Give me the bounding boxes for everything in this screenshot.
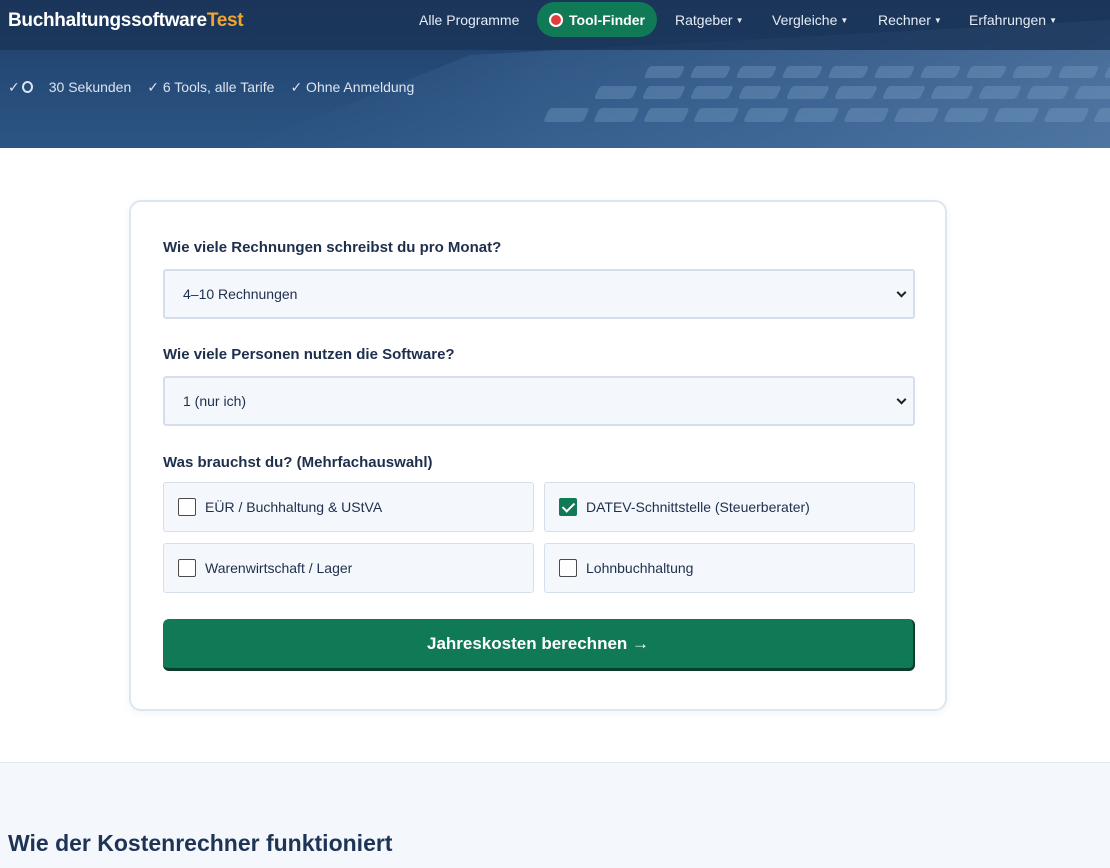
option-label: EÜR / Buchhaltung & UStVA: [205, 499, 383, 515]
logo-text: Buchhaltungssoftware: [8, 10, 207, 31]
checkbox[interactable]: [178, 559, 196, 577]
option-label: Warenwirtschaft / Lager: [205, 560, 353, 576]
users-select[interactable]: 1 (nur ich): [163, 376, 915, 426]
option-payroll[interactable]: Lohnbuchhaltung: [544, 543, 915, 593]
nav-tool-finder-button[interactable]: Tool-Finder: [537, 2, 657, 37]
checkbox[interactable]: [178, 498, 196, 516]
checkbox[interactable]: [559, 559, 577, 577]
calculate-costs-button[interactable]: Jahreskosten berechnen →: [163, 619, 915, 671]
stopwatch-icon: [21, 81, 33, 93]
nav-calculators-dropdown[interactable]: Rechner ▼: [878, 12, 942, 28]
chevron-down-icon: [896, 394, 907, 405]
check-icon: ✓: [8, 79, 20, 95]
benefit-speed: 30 Sekunden: [48, 79, 132, 95]
nav-comparisons-dropdown[interactable]: Vergleiche ▼: [772, 12, 848, 28]
caret-down-icon: ▼: [1049, 16, 1057, 25]
invoices-select-value: 4–10 Rechnungen: [183, 286, 298, 302]
option-datev-interface[interactable]: DATEV-Schnittstelle (Steuerberater): [544, 482, 915, 532]
invoices-select[interactable]: 4–10 Rechnungen: [163, 269, 915, 319]
nav-experiences-label: Erfahrungen: [969, 12, 1047, 28]
needs-question: Was brauchst du? (Mehrfachauswahl): [163, 454, 433, 471]
option-euer-bookkeeping[interactable]: EÜR / Buchhaltung & UStVA: [163, 482, 534, 532]
users-question: Wie viele Personen nutzen die Software?: [163, 346, 455, 363]
target-icon: [549, 12, 564, 27]
caret-down-icon: ▼: [933, 16, 942, 25]
nav-all-programs[interactable]: Alle Programme: [419, 12, 519, 28]
section-heading: Wie der Kostenrechner funktioniert: [8, 830, 393, 856]
nav-calculators-label: Rechner: [878, 12, 931, 28]
caret-down-icon: ▼: [840, 16, 849, 25]
how-it-works-section: Wie der Kostenrechner funktioniert: [0, 762, 1110, 868]
benefit-tools: ✓ 6 Tools, alle Tarife: [147, 79, 275, 95]
cost-calculator-form: Wie viele Rechnungen schreibst du pro Mo…: [129, 200, 947, 711]
logo-accent-text: Test: [206, 10, 244, 31]
site-logo[interactable]: BuchhaltungssoftwareTest: [8, 10, 244, 32]
nav-comparisons-label: Vergleiche: [772, 12, 838, 28]
nav-all-programs-label: Alle Programme: [419, 12, 520, 28]
nav-experiences-dropdown[interactable]: Erfahrungen ▼: [969, 12, 1057, 28]
nav-tool-finder-label: Tool-Finder: [569, 11, 645, 28]
checkbox-checked[interactable]: [559, 498, 577, 516]
chevron-down-icon: [896, 287, 907, 298]
users-select-value: 1 (nur ich): [183, 393, 247, 409]
nav-guides-label: Ratgeber: [675, 12, 733, 28]
top-navigation: BuchhaltungssoftwareTest Alle Programme …: [0, 0, 1110, 50]
benefits-bar: ✓ 30 Sekunden ✓ 6 Tools, alle Tarife ✓ Ohne…: [8, 79, 430, 96]
invoices-question: Wie viele Rechnungen schreibst du pro Mo…: [163, 239, 502, 256]
option-label: Lohnbuchhaltung: [586, 560, 694, 576]
benefit-no-signup: ✓ Ohne Anmeldung: [290, 79, 415, 95]
caret-down-icon: ▼: [735, 16, 744, 25]
nav-guides-dropdown[interactable]: Ratgeber ▼: [675, 12, 744, 28]
option-inventory[interactable]: Warenwirtschaft / Lager: [163, 543, 534, 593]
option-label: DATEV-Schnittstelle (Steuerberater): [586, 499, 810, 515]
hero-header: BuchhaltungssoftwareTest Alle Programme …: [0, 0, 1110, 148]
